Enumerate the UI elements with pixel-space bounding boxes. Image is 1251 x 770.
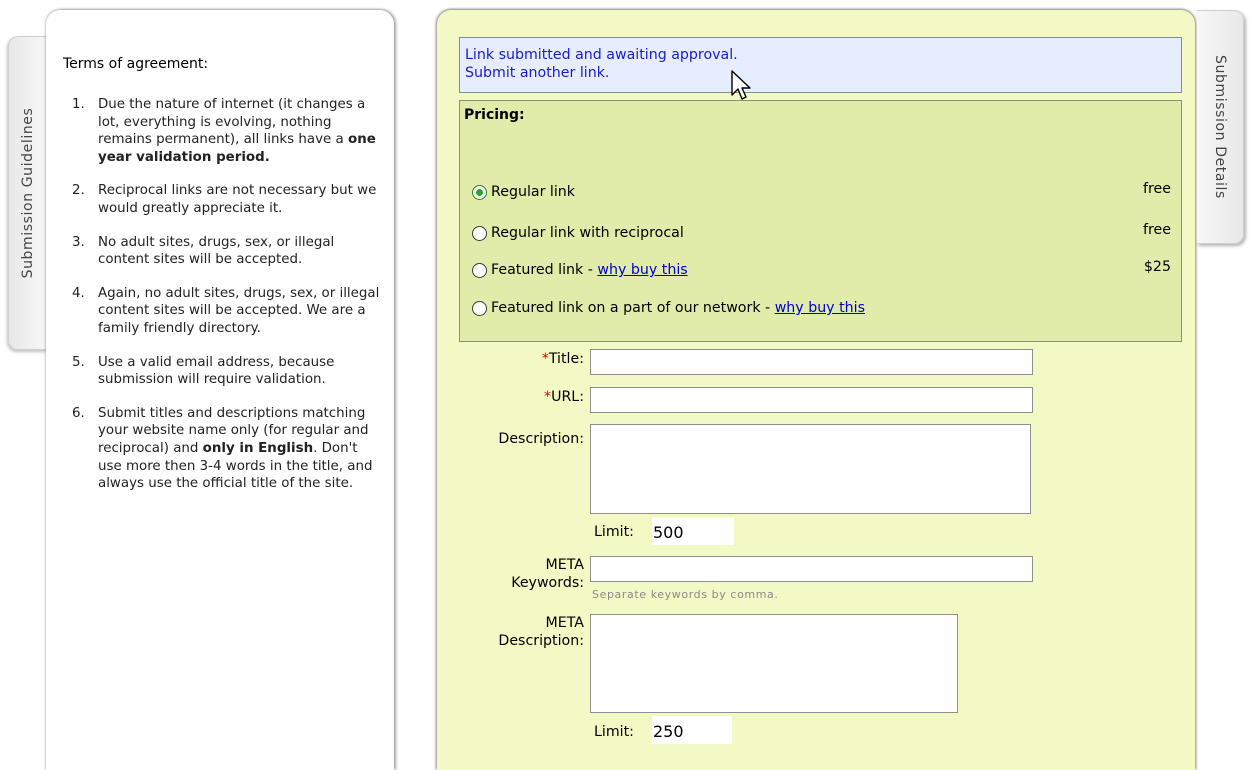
description-limit-counter: 500 [652, 517, 734, 545]
list-item-text: Use a valid email address, because submi… [98, 354, 335, 388]
option-label: Regular link [491, 184, 576, 200]
option-price: $25 [1143, 259, 1171, 275]
title-input[interactable] [590, 349, 1033, 375]
tab-submission-guidelines-label: Submission Guidelines [20, 107, 36, 279]
notice-message: Link submitted and awaiting approval. [465, 47, 738, 63]
list-item: 3. No adult sites, drugs, sex, or illega… [63, 234, 383, 269]
list-item-text: No adult sites, drugs, sex, or illegal c… [98, 234, 335, 268]
terms-list: 1. Due the nature of internet (it change… [63, 96, 383, 509]
pricing-option-reciprocal[interactable]: Regular link with reciprocal free [472, 222, 1171, 245]
guidelines-panel: Terms of agreement: 1. Due the nature of… [46, 10, 394, 770]
list-item-text: Reciprocal links are not necessary but w… [98, 183, 377, 216]
tab-submission-guidelines[interactable]: Submission Guidelines [8, 36, 47, 350]
meta-description-limit-label: Limit: [594, 724, 634, 740]
list-item-number: 5. [72, 354, 85, 370]
list-item: 1. Due the nature of internet (it change… [63, 96, 383, 166]
list-item: 4. Again, no adult sites, drugs, sex, or… [63, 285, 383, 338]
pricing-option-regular[interactable]: Regular link free [472, 181, 1171, 204]
pricing-title: Pricing: [464, 107, 525, 123]
status-notice: Link submitted and awaiting approval. Su… [459, 37, 1182, 93]
meta-description-limit-counter: 250 [652, 716, 732, 744]
why-buy-link[interactable]: why buy this [775, 300, 865, 316]
description-textarea[interactable] [590, 424, 1031, 514]
description-label: Description: [498, 431, 584, 447]
url-label: *URL: [543, 389, 584, 405]
terms-heading: Terms of agreement: [63, 56, 209, 72]
list-item: 2. Reciprocal links are not necessary bu… [63, 182, 383, 217]
list-item-number: 1. [72, 97, 85, 112]
list-item-text: Due the nature of internet (it changes a… [98, 97, 376, 165]
option-label: Regular link with reciprocal [491, 225, 684, 241]
option-label: Featured link - why buy this [491, 262, 688, 278]
list-item: 5. Use a valid email address, because su… [63, 354, 383, 389]
meta-keywords-label: META Keywords: [511, 557, 584, 591]
radio-featured-link[interactable] [472, 263, 487, 278]
mouse-pointer-icon [731, 70, 751, 100]
radio-regular-link[interactable] [472, 185, 487, 200]
list-item-number: 3. [72, 234, 85, 250]
list-item-text: Submit titles and descriptions matching … [98, 405, 373, 492]
meta-keywords-hint: Separate keywords by comma. [592, 588, 779, 601]
meta-description-label: META Description: [498, 615, 584, 649]
option-label: Featured link on a part of our network -… [491, 300, 865, 316]
submit-another-link[interactable]: Submit another link. [465, 64, 1176, 82]
meta-description-limit-value: 250 [653, 722, 684, 741]
list-item: 6. Submit titles and descriptions matchi… [63, 405, 383, 493]
meta-keywords-input[interactable] [590, 556, 1033, 582]
pricing-option-network[interactable]: Featured link on a part of our network -… [472, 300, 1171, 320]
pricing-option-featured[interactable]: Featured link - why buy this $25 [472, 259, 1171, 282]
list-item-number: 2. [72, 183, 85, 199]
tab-submission-details[interactable]: Submission Details [1197, 10, 1244, 244]
list-item-number: 6. [72, 405, 85, 421]
radio-regular-link-reciprocal[interactable] [472, 226, 487, 241]
list-item-text: Again, no adult sites, drugs, sex, or il… [98, 285, 380, 336]
option-price: free [1143, 222, 1171, 238]
option-price: free [1143, 181, 1171, 197]
title-label: *Title: [541, 351, 584, 367]
pricing-box: Pricing: Regular link free Regular link … [459, 100, 1182, 342]
list-item-number: 4. [72, 285, 85, 301]
description-limit-value: 500 [653, 523, 684, 542]
why-buy-link[interactable]: why buy this [597, 262, 687, 278]
tab-submission-details-label: Submission Details [1212, 55, 1228, 199]
url-input[interactable] [590, 387, 1033, 413]
description-limit-label: Limit: [594, 524, 634, 540]
radio-featured-network[interactable] [472, 301, 487, 316]
meta-description-textarea[interactable] [590, 614, 958, 713]
